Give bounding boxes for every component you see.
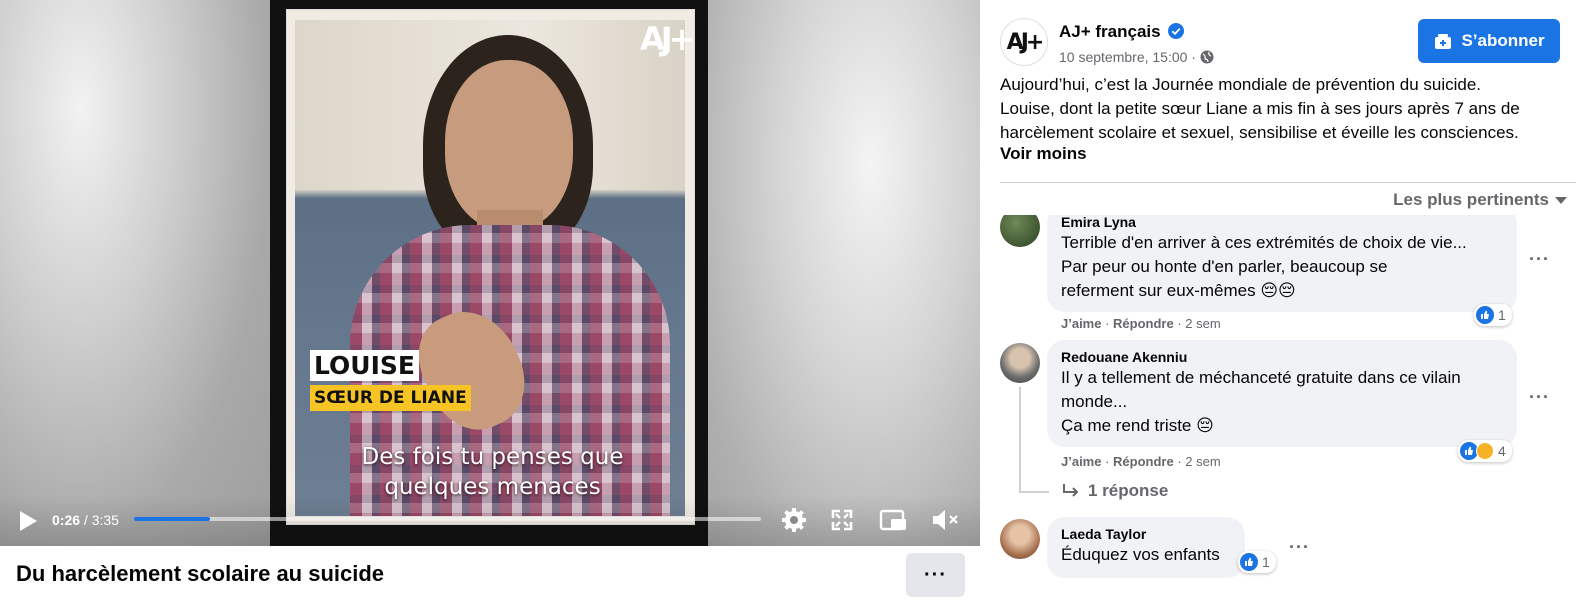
expand-icon bbox=[831, 509, 853, 531]
globe-icon bbox=[1200, 50, 1214, 64]
comment-text: Terrible d'en arriver à ces extrémités d… bbox=[1061, 233, 1467, 300]
current-time: 0:26 bbox=[52, 512, 81, 528]
comment-actions: J’aime · Répondre · 2 sem bbox=[1061, 454, 1221, 469]
comment-author[interactable]: Redouane Akenniu bbox=[1061, 348, 1503, 366]
avatar[interactable] bbox=[1000, 519, 1040, 559]
role-tag: SŒUR DE LIANE bbox=[310, 385, 471, 411]
reply-arrow-icon bbox=[1063, 484, 1079, 497]
post-text: Aujourd’hui, c’est la Journée mondiale d… bbox=[1000, 75, 1520, 142]
comment-author[interactable]: Emira Lyna bbox=[1061, 215, 1503, 231]
progress-bar[interactable] bbox=[134, 517, 761, 521]
comment-bubble: Redouane Akenniu Il y a tellement de méc… bbox=[1047, 340, 1517, 447]
comment-age[interactable]: 2 sem bbox=[1185, 316, 1220, 331]
aj-logo-watermark: AJ+ bbox=[640, 20, 696, 58]
post-panel: AJ+ AJ+ français 10 septembre, 15:00 · S… bbox=[980, 0, 1581, 607]
more-dots-icon: ··· bbox=[924, 564, 947, 586]
avatar[interactable] bbox=[1000, 215, 1040, 247]
like-reaction-icon bbox=[1240, 553, 1258, 571]
post-date[interactable]: 10 septembre, 15:00 · bbox=[1059, 49, 1196, 65]
name-tag: LOUISE bbox=[310, 350, 419, 381]
view-replies-link[interactable]: 1 réponse bbox=[1062, 481, 1168, 501]
video-blur-right bbox=[708, 0, 980, 546]
comment-actions: J’aime · Répondre · 2 sem bbox=[1061, 316, 1221, 331]
reply-link[interactable]: Répondre bbox=[1113, 316, 1174, 331]
comment-bubble: Emira Lyna Terrible d'en arriver à ces e… bbox=[1047, 215, 1517, 312]
fullscreen-button[interactable] bbox=[828, 506, 856, 534]
settings-button[interactable] bbox=[780, 506, 808, 534]
page-name[interactable]: AJ+ français bbox=[1059, 22, 1161, 42]
comment-text: Éduquez vos enfants bbox=[1061, 545, 1220, 564]
reaction-count[interactable]: 1 bbox=[1238, 551, 1276, 573]
like-link[interactable]: J’aime bbox=[1061, 316, 1101, 331]
video-player[interactable]: AJ+ LOUISE SŒUR DE LIANE Des fois tu pen… bbox=[0, 0, 980, 546]
aj-logo: AJ+ bbox=[1006, 29, 1045, 55]
video-blur-left bbox=[0, 0, 270, 546]
divider bbox=[1000, 182, 1576, 183]
comment-list: Emira Lyna Terrible d'en arriver à ces e… bbox=[980, 215, 1581, 607]
person-face bbox=[445, 60, 573, 230]
duration: 3:35 bbox=[91, 512, 119, 528]
time-display: 0:26 / 3:35 bbox=[52, 512, 119, 528]
video-subtitle: Des fois tu penses que quelques menaces bbox=[361, 444, 624, 500]
page-avatar[interactable]: AJ+ bbox=[1000, 18, 1048, 66]
reply-link[interactable]: Répondre bbox=[1113, 454, 1174, 469]
reaction-count[interactable]: 4 bbox=[1458, 440, 1512, 462]
comment-options-button[interactable]: ··· bbox=[1289, 537, 1310, 558]
subscribe-icon bbox=[1435, 34, 1452, 49]
like-link[interactable]: J’aime bbox=[1061, 454, 1101, 469]
volume-muted-icon bbox=[933, 510, 958, 530]
see-less-link[interactable]: Voir moins bbox=[1000, 144, 1087, 164]
like-reaction-icon bbox=[1476, 306, 1494, 324]
comment-sort-dropdown[interactable]: Les plus pertinents bbox=[1393, 190, 1567, 210]
play-button[interactable] bbox=[18, 510, 38, 532]
avatar[interactable] bbox=[1000, 343, 1040, 383]
video-title: Du harcèlement scolaire au suicide bbox=[16, 561, 385, 586]
mute-button[interactable] bbox=[930, 506, 958, 534]
comment-text: Il y a tellement de méchanceté gratuite … bbox=[1061, 368, 1461, 435]
video-more-button[interactable]: ··· bbox=[906, 553, 965, 597]
thread-line bbox=[1019, 387, 1021, 491]
gear-icon bbox=[782, 508, 806, 532]
post-meta: 10 septembre, 15:00 · bbox=[1059, 49, 1214, 65]
progress-fill bbox=[134, 517, 210, 521]
play-icon bbox=[20, 511, 37, 531]
subscribe-button[interactable]: S’abonner bbox=[1418, 19, 1560, 63]
comment-author[interactable]: Laeda Taylor bbox=[1061, 525, 1231, 543]
pip-button[interactable] bbox=[878, 506, 906, 534]
caret-down-icon bbox=[1555, 196, 1567, 204]
comment-options-button[interactable]: ··· bbox=[1529, 387, 1550, 408]
comment-age[interactable]: 2 sem bbox=[1185, 454, 1220, 469]
comment-options-button[interactable]: ··· bbox=[1529, 249, 1550, 270]
video-controls: 0:26 / 3:35 bbox=[0, 496, 980, 546]
reaction-count[interactable]: 1 bbox=[1474, 304, 1512, 326]
picture-in-picture-icon bbox=[879, 509, 906, 531]
comment-bubble: Laeda Taylor Éduquez vos enfants bbox=[1047, 517, 1245, 578]
verified-badge-icon bbox=[1168, 23, 1184, 39]
sad-reaction-icon bbox=[1476, 442, 1494, 460]
